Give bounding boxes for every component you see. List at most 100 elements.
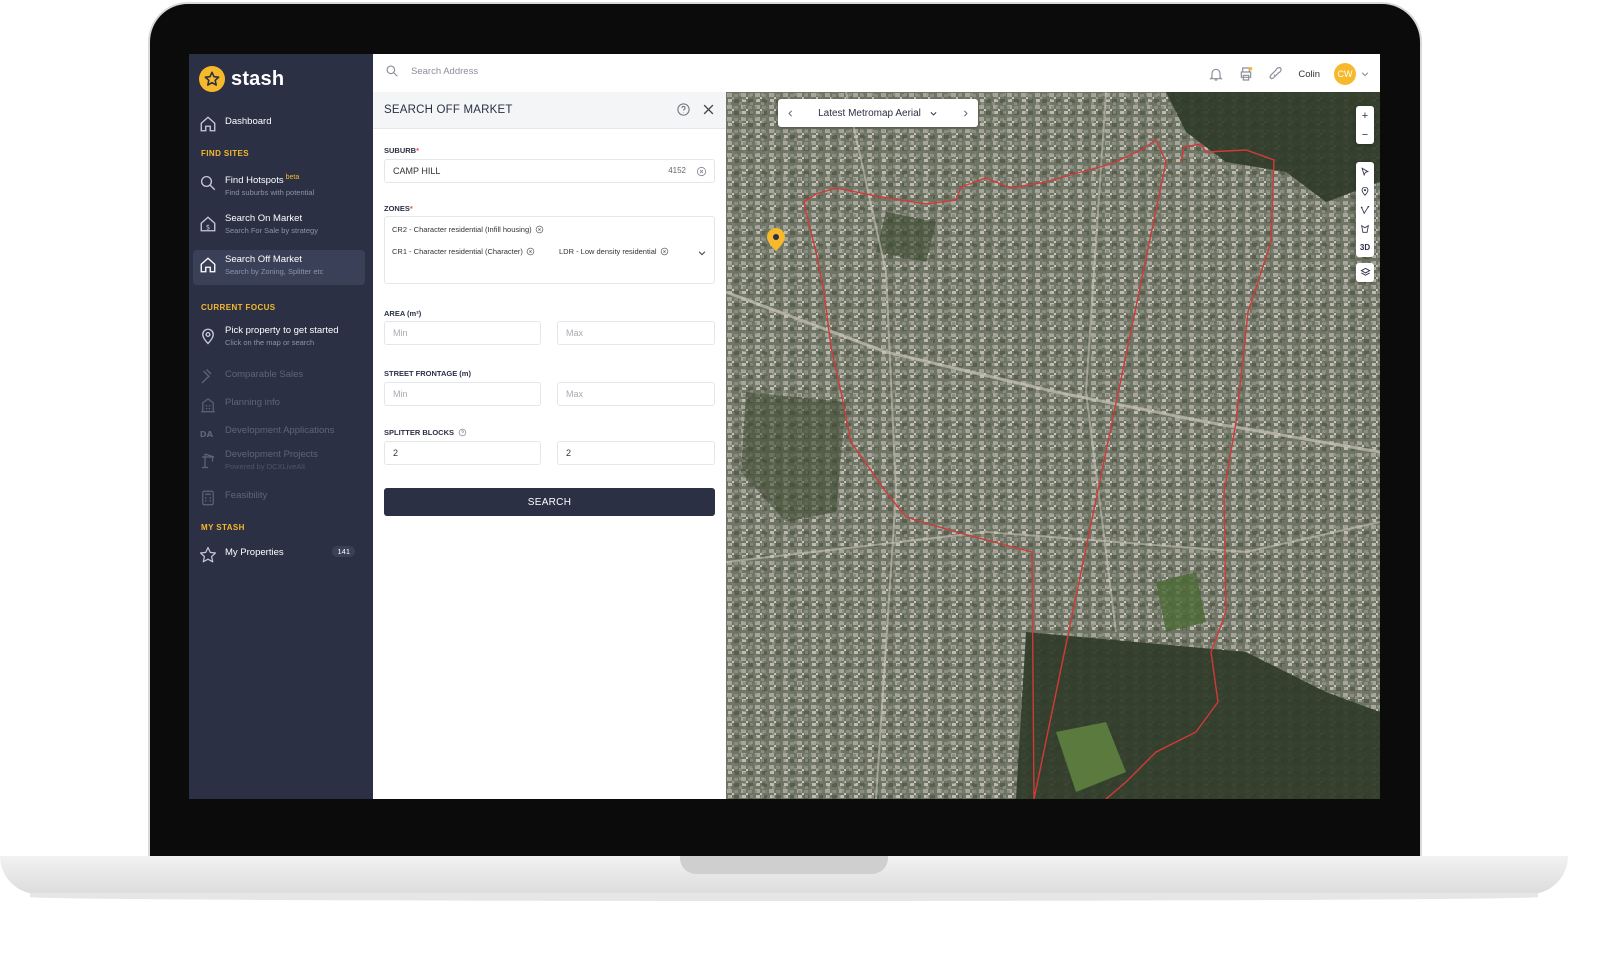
house-icon: [200, 257, 216, 273]
3d-toggle-button[interactable]: 3D: [1356, 238, 1374, 257]
sidebar-item-label: Development Applications: [225, 425, 335, 436]
beta-badge: beta: [285, 174, 300, 181]
zoom-in-button[interactable]: +: [1356, 106, 1374, 125]
zoom-controls: + −: [1356, 106, 1374, 144]
panel-actions: [676, 102, 716, 117]
close-icon[interactable]: [701, 102, 716, 117]
suburb-value: CAMP HILL: [393, 166, 441, 176]
properties-count-badge: 141: [332, 546, 355, 557]
star-icon: [199, 546, 217, 563]
brand-name: stash: [231, 67, 285, 90]
top-bar: Colin CW: [373, 54, 1380, 93]
star-logo-icon: [199, 66, 225, 92]
panel-header: SEARCH OFF MARKET: [373, 92, 726, 129]
suburb-label: SUBURB*: [384, 146, 420, 155]
sidebar: stash Dashboard FIND SITES Find Hotspots…: [189, 54, 373, 799]
sidebar-item-development-projects[interactable]: Development Projects Powered by DCXLiveA…: [193, 445, 365, 476]
zoom-out-button[interactable]: −: [1356, 125, 1374, 144]
brand[interactable]: stash: [199, 66, 284, 92]
zones-label: ZONES*: [384, 204, 413, 213]
chevron-left-icon[interactable]: [786, 109, 795, 118]
location-pin-icon: [1361, 186, 1369, 196]
calculator-icon: [202, 490, 214, 506]
sidebar-item-development-applications[interactable]: DA Development Applications: [193, 418, 365, 446]
help-icon[interactable]: [458, 428, 467, 437]
frontage-max-input[interactable]: Max: [557, 382, 715, 406]
frontage-min-input[interactable]: Min: [384, 382, 541, 406]
cursor-icon: [1361, 166, 1370, 176]
sidebar-item-find-hotspots[interactable]: Find Hotspots beta Find suburbs with pote…: [193, 168, 365, 202]
printer-icon[interactable]: [1238, 66, 1254, 82]
zones-multiselect[interactable]: CR2 - Character residential (Infill hous…: [384, 216, 715, 284]
sidebar-item-search-on-market[interactable]: $ Search On Market Search For Sale by st…: [193, 209, 365, 240]
remove-chip-icon[interactable]: [535, 225, 544, 234]
sidebar-item-feasibility[interactable]: Feasibility: [193, 483, 365, 511]
pointer-tool[interactable]: [1356, 162, 1374, 181]
layers-icon: [1359, 267, 1371, 276]
bell-icon[interactable]: [1208, 66, 1224, 82]
sidebar-item-label: Feasibility: [225, 490, 268, 501]
sidebar-item-label: Dashboard: [225, 116, 272, 127]
sidebar-item-label: Search On Market: [225, 213, 303, 224]
search-off-market-panel: SEARCH OFF MARKET SUBURB* CAMP HILL 4152…: [373, 92, 727, 799]
search-icon: [386, 65, 398, 77]
search-icon: [200, 175, 216, 191]
address-search-input[interactable]: [409, 64, 713, 78]
aerial-map[interactable]: Latest Metromap Aerial + − 3D: [726, 92, 1380, 799]
polygon-icon: [1361, 224, 1369, 233]
panel-title: SEARCH OFF MARKET: [384, 104, 513, 116]
aerial-imagery[interactable]: [726, 92, 1380, 799]
chevron-down-icon[interactable]: [929, 109, 938, 118]
area-tool[interactable]: [1356, 219, 1374, 238]
building-icon: [201, 398, 215, 413]
gavel-icon: [201, 369, 212, 384]
sidebar-item-pick-property[interactable]: Pick property to get started Click on th…: [193, 321, 365, 352]
polyline-icon: [1360, 205, 1370, 214]
sidebar-item-subtitle: Search For Sale by strategy: [225, 226, 318, 235]
remove-chip-icon[interactable]: [660, 247, 669, 256]
home-icon: [200, 116, 216, 132]
da-icon: DA: [200, 429, 214, 439]
help-icon[interactable]: [676, 102, 691, 117]
measure-tool[interactable]: [1356, 200, 1374, 219]
chevron-down-icon[interactable]: [1360, 69, 1370, 79]
chevron-down-icon[interactable]: [697, 248, 707, 258]
search-button[interactable]: SEARCH: [384, 488, 715, 516]
sidebar-item-search-off-market[interactable]: Search Off Market Search by Zoning, Spli…: [193, 250, 365, 285]
splitter-max-input[interactable]: 2: [557, 441, 715, 465]
map-layer-selector[interactable]: Latest Metromap Aerial: [778, 99, 978, 127]
avatar[interactable]: CW: [1334, 63, 1356, 85]
sidebar-item-planning-info[interactable]: Planning info: [193, 390, 365, 418]
rocket-icon[interactable]: [1268, 66, 1284, 82]
location-pin-icon: [202, 328, 214, 345]
sidebar-item-subtitle: Find suburbs with potential: [225, 188, 315, 198]
svg-text:DA: DA: [200, 429, 214, 439]
postcode: 4152: [668, 166, 686, 175]
chevron-right-icon[interactable]: [961, 109, 970, 118]
splitter-min-input[interactable]: 2: [384, 441, 541, 465]
frontage-label: STREET FRONTAGE (m): [384, 369, 471, 378]
sidebar-item-label: My Properties: [225, 547, 284, 558]
section-current-focus: CURRENT FOCUS: [201, 303, 276, 312]
sidebar-item-label: Pick property to get started: [225, 325, 339, 336]
remove-chip-icon[interactable]: [526, 247, 535, 256]
sidebar-item-label: Comparable Sales: [225, 369, 304, 380]
user-name[interactable]: Colin: [1298, 69, 1320, 80]
sidebar-item-my-properties[interactable]: My Properties 141: [193, 540, 365, 568]
area-min-input[interactable]: Min: [384, 321, 541, 345]
laptop-shadow: [30, 893, 1538, 901]
sidebar-item-label: Find Hotspots: [225, 175, 284, 187]
pin-tool[interactable]: [1356, 181, 1374, 200]
zone-chip[interactable]: CR1 - Character residential (Character): [392, 247, 535, 256]
sidebar-item-comparable-sales[interactable]: Comparable Sales: [193, 362, 365, 390]
layers-control: [1356, 263, 1374, 282]
clear-circle-icon[interactable]: [696, 166, 707, 177]
sidebar-item-label: Planning info: [225, 397, 280, 408]
zone-chip[interactable]: CR2 - Character residential (Infill hous…: [392, 225, 544, 234]
zone-chip[interactable]: LDR - Low density residential: [559, 247, 669, 256]
area-max-input[interactable]: Max: [557, 321, 715, 345]
layers-button[interactable]: [1356, 263, 1374, 282]
suburb-field[interactable]: CAMP HILL 4152: [384, 159, 715, 183]
sidebar-item-dashboard[interactable]: Dashboard: [193, 109, 365, 137]
section-find-sites: FIND SITES: [201, 149, 250, 158]
